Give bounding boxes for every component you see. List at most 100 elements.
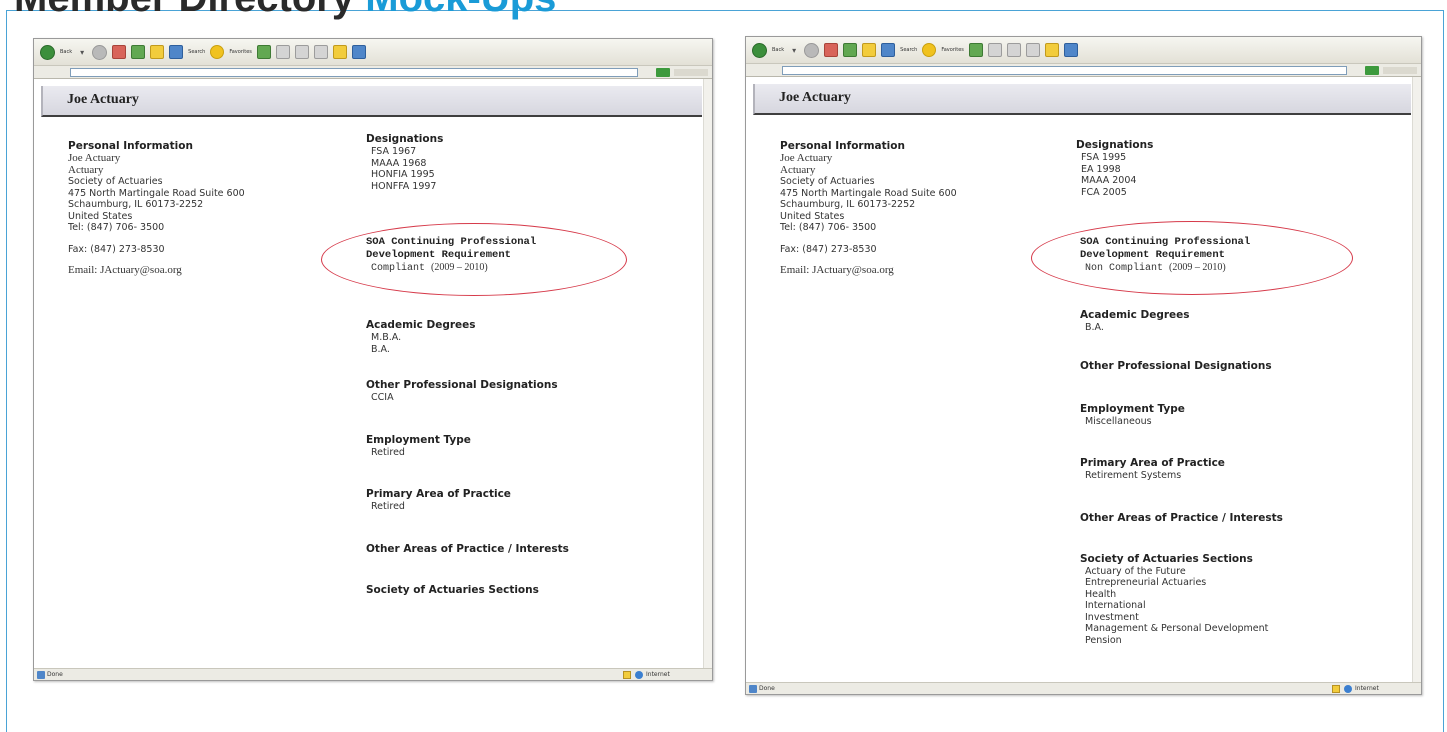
- designation-item: MAAA 1968: [371, 157, 427, 169]
- contact-name: Joe Actuary: [68, 152, 121, 164]
- favorites-icon[interactable]: [210, 45, 225, 59]
- cpd-block: SOA Continuing Professional Development …: [366, 236, 536, 275]
- address-bar: [746, 63, 1421, 77]
- cpd-title-line2: Development Requirement: [366, 249, 511, 261]
- section-item: Entrepreneurial Actuaries: [1085, 577, 1207, 588]
- other-designations-title: Other Professional Designations: [1080, 359, 1272, 372]
- page-icon: [37, 671, 45, 679]
- history-icon[interactable]: [968, 43, 983, 57]
- contact-role: Actuary: [68, 163, 104, 176]
- designation-item: MAAA 2004: [1081, 175, 1137, 186]
- member-name: Joe Actuary: [779, 90, 851, 105]
- edit-icon[interactable]: [313, 45, 328, 59]
- links-toolbar[interactable]: [674, 69, 708, 76]
- favorites-icon[interactable]: [922, 43, 937, 57]
- contact-email[interactable]: Email: JActuary@soa.org: [68, 264, 245, 277]
- contact-email[interactable]: Email: JActuary@soa.org: [780, 264, 957, 277]
- personal-info-column: Personal Information Joe Actuary Actuary…: [780, 140, 957, 277]
- forward-icon[interactable]: [92, 44, 108, 60]
- contact-address: 475 North Martingale Road Suite 600: [780, 187, 957, 199]
- scrollbar[interactable]: [703, 79, 712, 668]
- contact-fax: Fax: (847) 273-8530: [780, 243, 877, 255]
- other-designation-item: CCIA: [371, 392, 394, 403]
- history-icon[interactable]: [256, 45, 271, 59]
- home-icon[interactable]: [150, 45, 165, 59]
- print-icon[interactable]: [294, 45, 309, 59]
- browser-window-left: Back ▾ Search Favorites Joe Actuary Pers…: [33, 38, 713, 681]
- back-icon[interactable]: [752, 42, 767, 58]
- primary-area-value: Retirement Systems: [1085, 470, 1182, 481]
- cpd-title-line2: Development Requirement: [1080, 249, 1225, 261]
- academic-item: B.A.: [1085, 322, 1104, 333]
- search-icon[interactable]: [169, 45, 184, 59]
- folder-icon[interactable]: [1044, 43, 1059, 57]
- designation-item: EA 1998: [1081, 163, 1121, 175]
- back-label[interactable]: Back: [772, 47, 784, 53]
- refresh-icon[interactable]: [843, 43, 858, 57]
- address-input[interactable]: [782, 66, 1347, 75]
- cpd-period: (2009 – 2010): [431, 262, 488, 273]
- messenger-icon[interactable]: [351, 45, 366, 59]
- search-label[interactable]: Search: [188, 49, 205, 55]
- forward-icon[interactable]: [804, 42, 820, 58]
- sections-title: Society of Actuaries Sections: [1080, 552, 1253, 565]
- stop-icon[interactable]: [112, 45, 127, 59]
- cpd-period: (2009 – 2010): [1169, 262, 1226, 273]
- designation-item: HONFFA 1997: [371, 180, 437, 192]
- cpd-status: Non Compliant: [1085, 263, 1164, 274]
- go-button[interactable]: [1365, 66, 1379, 75]
- designation-item: FSA 1995: [1081, 152, 1127, 163]
- academic-title: Academic Degrees: [1080, 309, 1190, 321]
- mail-icon[interactable]: [275, 45, 290, 59]
- other-areas-title: Other Areas of Practice / Interests: [366, 542, 569, 555]
- cpd-title-line1: SOA Continuing Professional: [366, 236, 537, 248]
- contact-org: Society of Actuaries: [780, 176, 875, 187]
- designation-item: HONFIA 1995: [371, 169, 435, 180]
- chevron-down-icon[interactable]: ▾: [789, 46, 799, 55]
- profile-details-column: Academic Degrees M.B.A. B.A. Other Profe…: [366, 319, 569, 597]
- designations-title: Designations: [1076, 139, 1154, 151]
- search-label[interactable]: Search: [900, 47, 917, 53]
- contact-city: Schaumburg, IL 60173-2252: [68, 199, 204, 210]
- designation-item: FCA 2005: [1081, 186, 1127, 198]
- profile-details-column: Academic Degrees B.A. Other Professional…: [1080, 309, 1283, 646]
- browser-toolbar: Back ▾ Search Favorites: [34, 39, 712, 65]
- scrollbar[interactable]: [1412, 77, 1421, 682]
- section-item: Investment: [1085, 611, 1139, 623]
- contact-role: Actuary: [780, 163, 816, 176]
- mail-icon[interactable]: [987, 43, 1002, 57]
- address-input[interactable]: [70, 68, 638, 77]
- primary-area-title: Primary Area of Practice: [366, 488, 511, 500]
- edit-icon[interactable]: [1025, 43, 1040, 57]
- stop-icon[interactable]: [824, 43, 839, 57]
- contact-country: United States: [780, 210, 845, 222]
- designations-block: Designations FSA 1967 MAAA 1968 HONFIA 1…: [366, 133, 443, 192]
- member-name: Joe Actuary: [67, 92, 139, 107]
- internet-zone-icon: [635, 671, 643, 679]
- member-name-band: Joe Actuary: [41, 86, 702, 117]
- internet-zone-icon: [1344, 685, 1352, 693]
- links-toolbar[interactable]: [1383, 67, 1417, 74]
- folder-icon[interactable]: [332, 45, 347, 59]
- favorites-label[interactable]: Favorites: [229, 49, 252, 55]
- address-bar: [34, 65, 712, 79]
- back-label[interactable]: Back: [60, 49, 72, 55]
- browser-toolbar: Back ▾ Search Favorites: [746, 37, 1421, 63]
- refresh-icon[interactable]: [131, 45, 146, 59]
- chevron-down-icon[interactable]: ▾: [77, 48, 87, 57]
- section-item: International: [1085, 600, 1146, 611]
- member-name-band: Joe Actuary: [753, 84, 1411, 115]
- contact-address: 475 North Martingale Road Suite 600: [68, 187, 245, 199]
- search-icon[interactable]: [881, 43, 896, 57]
- back-icon[interactable]: [40, 44, 55, 60]
- zone-text: Internet: [1355, 685, 1379, 692]
- page-icon: [749, 685, 757, 693]
- home-icon[interactable]: [862, 43, 877, 57]
- section-item: Pension: [1085, 634, 1122, 646]
- favorites-label[interactable]: Favorites: [941, 47, 964, 53]
- messenger-icon[interactable]: [1063, 43, 1078, 57]
- academic-item: M.B.A.: [371, 332, 402, 343]
- print-icon[interactable]: [1006, 43, 1021, 57]
- cpd-status: Compliant: [371, 263, 426, 274]
- go-button[interactable]: [656, 68, 670, 77]
